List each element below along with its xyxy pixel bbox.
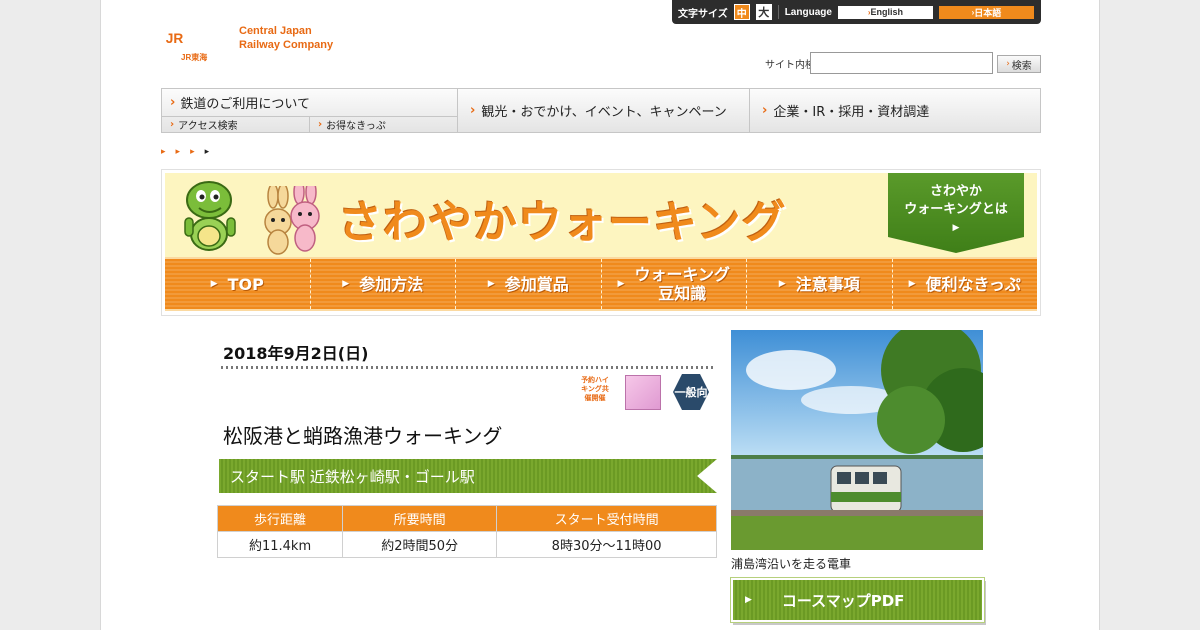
- course-photo: [731, 330, 983, 550]
- search-button[interactable]: › 検索: [997, 55, 1041, 73]
- walking-nav-how-to-join[interactable]: ▶ 参加方法: [311, 259, 456, 309]
- page-container: JR Central Japan Railway Company JR東海 文字…: [100, 0, 1100, 630]
- banner-title: さわやかウォーキング: [338, 197, 787, 248]
- search-input[interactable]: [810, 52, 993, 74]
- breadcrumb-arrow-icon[interactable]: ▸: [190, 147, 195, 157]
- main-nav: › 鉄道のご利用について › アクセス検索 › お得なきっぷ › 観光・おでかけ…: [161, 88, 1041, 133]
- badge-hiking-cohost: 予約ハイキング共催開催: [581, 376, 609, 402]
- play-arrow-icon: ▶: [908, 278, 916, 289]
- breadcrumb: ▸ ▸ ▸ ▸: [161, 147, 209, 157]
- nav-discount-tickets[interactable]: › お得なきっぷ: [310, 117, 458, 132]
- chevron-right-icon: ›: [318, 119, 323, 130]
- chevron-right-icon: ›: [1006, 59, 1010, 69]
- play-arrow-icon: ▶: [617, 278, 625, 289]
- english-label: English: [870, 7, 904, 17]
- course-bar: スタート駅 近鉄松ヶ崎駅・ゴール駅: [219, 459, 717, 493]
- language-label: Language: [784, 6, 832, 18]
- walking-nav-top-label: TOP: [227, 274, 264, 294]
- nav-access-search[interactable]: › アクセス検索: [162, 117, 310, 132]
- logo-sub: JR東海: [181, 53, 208, 62]
- walking-nav: ▶ TOP ▶ 参加方法 ▶ 参加賞品 ▶ ウォーキング 豆知識 ▶ 注意事項 ▶ 便利なき…: [165, 257, 1037, 311]
- table-header-row: 歩行距離 所要時間 スタート受付時間: [216, 505, 717, 532]
- rabbit-mascot-icon: [264, 186, 320, 255]
- play-arrow-icon: ▶: [778, 278, 786, 289]
- walking-nav-tips[interactable]: ▶ ウォーキング 豆知識: [602, 259, 747, 309]
- about-walking-button[interactable]: さわやか ウォーキングとは ▶: [888, 173, 1024, 253]
- logo-line2: Railway Company: [239, 39, 334, 51]
- nav-tourism-label: 観光・おでかけ、イベント、キャンペーン: [481, 105, 727, 120]
- about-line2: ウォーキングとは: [904, 202, 1008, 217]
- walking-nav-notes-label: 注意事項: [795, 274, 860, 294]
- breadcrumb-arrow-icon: ▸: [204, 147, 210, 157]
- chevron-right-icon: ›: [470, 103, 476, 118]
- toolbar-divider: [777, 5, 779, 19]
- badge-general: 一般向: [673, 374, 709, 410]
- font-size-medium-button[interactable]: 中: [733, 4, 750, 20]
- gift-badge-icon: [625, 375, 661, 410]
- table-cell: 約11.4km: [216, 531, 344, 558]
- utility-toolbar: 文字サイズ 中 大 Language › English › 日本語: [672, 0, 1041, 24]
- logo-line1: Central Japan: [239, 25, 312, 37]
- chevron-right-icon: ›: [762, 103, 768, 118]
- walking-nav-tickets-label: 便利なきっぷ: [925, 274, 1021, 294]
- logo-company-name: Central Japan Railway Company: [239, 24, 333, 52]
- walking-nav-prizes[interactable]: ▶ 参加賞品: [456, 259, 602, 309]
- nav-tourism[interactable]: › 観光・おでかけ、イベント、キャンペーン: [458, 89, 750, 132]
- play-arrow-icon: ▶: [952, 223, 960, 233]
- table-row: 約11.4km 約2時間50分 8時30分〜11時00: [216, 531, 717, 558]
- play-arrow-icon: ▶: [745, 595, 752, 605]
- nav-railway-group: › 鉄道のご利用について › アクセス検索 › お得なきっぷ: [162, 89, 458, 132]
- dotted-divider: [221, 366, 713, 369]
- table-cell: 8時30分〜11時00: [496, 531, 717, 558]
- walking-nav-prizes-label: 参加賞品: [504, 274, 569, 294]
- table-header: 歩行距離: [216, 505, 344, 532]
- japanese-button[interactable]: › 日本語: [938, 5, 1034, 19]
- walking-nav-tickets[interactable]: ▶ 便利なきっぷ: [893, 259, 1038, 309]
- course-map-pdf-button[interactable]: ▶ コースマップPDF: [731, 578, 984, 622]
- walking-nav-notes[interactable]: ▶ 注意事項: [747, 259, 893, 309]
- nav-railway-usage-label: 鉄道のご利用について: [180, 97, 310, 112]
- walking-nav-top[interactable]: ▶ TOP: [165, 259, 311, 309]
- walking-nav-tips-label: ウォーキング 豆知識: [634, 265, 730, 303]
- breadcrumb-arrow-icon[interactable]: ▸: [176, 147, 181, 157]
- table-cell: 約2時間50分: [342, 531, 498, 558]
- walking-nav-how-to-join-label: 参加方法: [359, 274, 424, 294]
- chevron-right-icon: ›: [170, 95, 176, 110]
- nav-corporate-label: 企業・IR・採用・資材調達: [773, 105, 930, 120]
- nav-access-search-label: アクセス検索: [178, 121, 238, 132]
- green-mascot-icon: [184, 181, 236, 251]
- nav-discount-tickets-label: お得なきっぷ: [326, 121, 386, 132]
- chevron-right-icon: ›: [170, 119, 175, 130]
- event-date: 2018年9月2日(日): [223, 344, 369, 363]
- about-line1: さわやか: [929, 184, 982, 199]
- search-button-label: 検索: [1011, 60, 1032, 72]
- table-header: スタート受付時間: [496, 505, 717, 532]
- nav-corporate[interactable]: › 企業・IR・採用・資材調達: [750, 89, 1040, 132]
- breadcrumb-arrow-icon[interactable]: ▸: [161, 147, 166, 157]
- event-title: 松阪港と蛸路漁港ウォーキング: [223, 424, 503, 448]
- table-header: 所要時間: [342, 505, 498, 532]
- play-arrow-icon: ▶: [342, 278, 350, 289]
- nav-railway-usage[interactable]: › 鉄道のご利用について: [162, 89, 458, 117]
- english-button[interactable]: › English: [837, 5, 933, 19]
- font-size-large-button[interactable]: 大: [755, 4, 772, 20]
- event-info-table: 歩行距離 所要時間 スタート受付時間 約11.4km 約2時間50分 8時30分…: [216, 505, 717, 558]
- japanese-label: 日本語: [974, 7, 1002, 18]
- font-size-label: 文字サイズ: [678, 8, 728, 20]
- play-arrow-icon: ▶: [487, 278, 495, 289]
- play-arrow-icon: ▶: [210, 278, 218, 289]
- course-map-pdf-label: コースマップPDF: [781, 591, 905, 610]
- photo-caption: 浦島湾沿いを走る電車: [731, 557, 852, 571]
- svg-text:JR: JR: [166, 31, 184, 46]
